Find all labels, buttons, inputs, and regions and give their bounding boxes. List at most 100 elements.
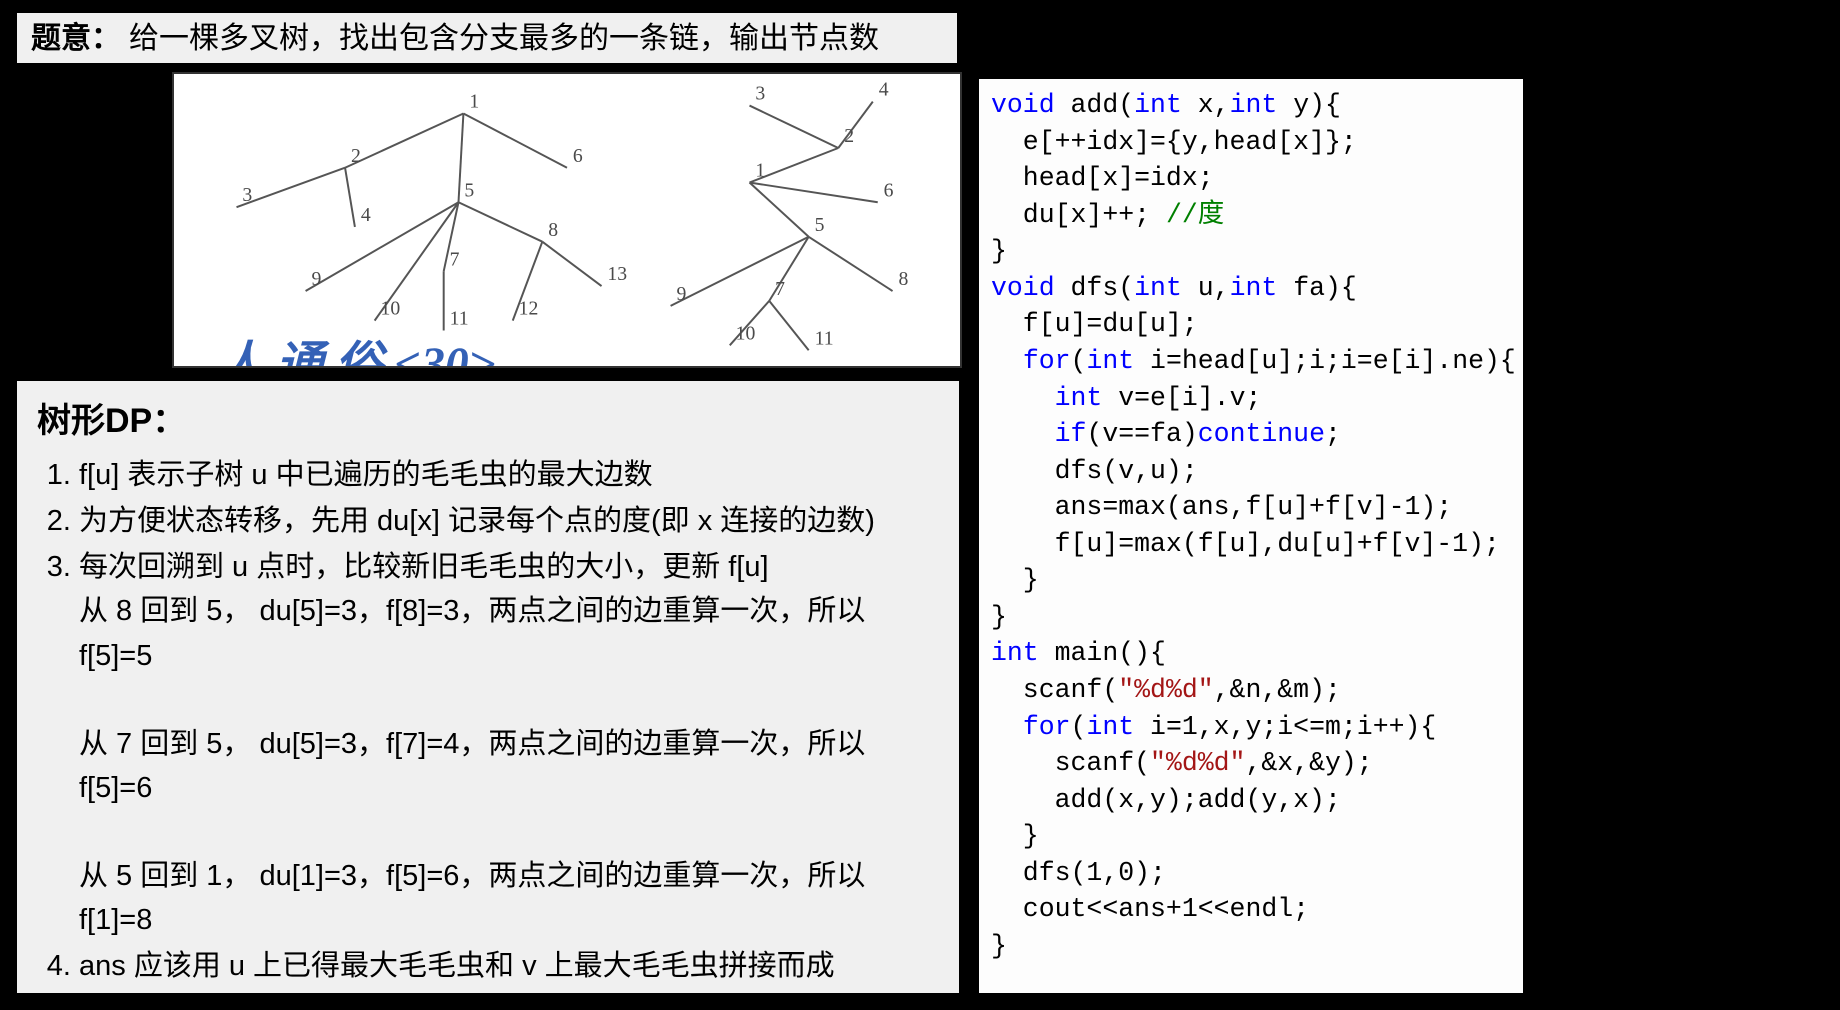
- code-token-str: "%d%d": [1118, 675, 1213, 705]
- tree-node-label: 10: [381, 298, 401, 320]
- code-token: }: [991, 821, 1039, 851]
- tree-edge: [306, 202, 459, 291]
- code-token: scanf(: [991, 748, 1150, 778]
- dp-step-text: 每次回溯到 u 点时，比较新旧毛毛虫的大小，更新 f[u]: [79, 551, 769, 583]
- watermark-text: 人 通 俗 <30>: [217, 339, 496, 366]
- code-token-str: "%d%d": [1150, 748, 1245, 778]
- code-token: (: [1071, 346, 1087, 376]
- tree-edge: [750, 106, 839, 148]
- tree-edge: [809, 237, 893, 291]
- dp-step-sub: 从 7 回到 5， du[5]=3，f[7]=4，两点之间的边重算一次，所以 f…: [79, 722, 941, 810]
- tree-edge: [237, 168, 346, 207]
- code-token: y){: [1277, 90, 1341, 120]
- code-token-kw: int: [1134, 273, 1182, 303]
- code-token: }: [991, 931, 1007, 961]
- code-token: add(: [1055, 90, 1135, 120]
- tree-node-label: 10: [736, 322, 756, 344]
- tree-node-label: 7: [775, 278, 785, 300]
- code-box: void add(int x,int y){ e[++idx]={y,head[…: [976, 76, 1526, 996]
- code-token-kw: for: [1023, 712, 1071, 742]
- code-token: dfs(v,u);: [991, 456, 1198, 486]
- code-token-cmt: //度: [1166, 200, 1224, 230]
- tree-node-label: 13: [607, 263, 627, 285]
- code-token-kw: void: [991, 273, 1055, 303]
- code-token: i=head[u];i;i=e[i].ne){: [1134, 346, 1516, 376]
- tree-node-label: 2: [351, 145, 361, 167]
- tree-node-label: 4: [361, 204, 371, 226]
- tree-node-label: 5: [815, 214, 825, 236]
- tree-node-label: 6: [884, 179, 894, 201]
- tree-edge: [463, 113, 567, 167]
- code-token: add(x,y);add(y,x);: [991, 785, 1341, 815]
- dp-step-text: 为方便状态转移，先用 du[x] 记录每个点的度(即 x 连接的边数): [79, 505, 875, 537]
- code-token: [991, 383, 1055, 413]
- tree-node-label: 3: [242, 184, 252, 206]
- code-token: main(){: [1039, 638, 1166, 668]
- code-token: [991, 419, 1055, 449]
- code-token: (v==fa): [1086, 419, 1197, 449]
- tree-node-label: 7: [450, 248, 460, 270]
- tree-edge: [542, 242, 601, 286]
- dp-step: 每次回溯到 u 点时，比较新旧毛毛虫的大小，更新 f[u] 从 8 回到 5， d…: [79, 545, 941, 942]
- left-tree: 12345678910111213: [237, 91, 628, 331]
- code-token: e[++idx]={y,head[x]};: [991, 127, 1357, 157]
- code-token-kw: int: [991, 638, 1039, 668]
- dp-step: ans 应该用 u 上已得最大毛毛虫和 v 上最大毛毛虫拼接而成从 2 回到 1…: [79, 944, 941, 1010]
- code-token-kw: int: [1086, 346, 1134, 376]
- code-token: ,&n,&m);: [1214, 675, 1341, 705]
- dp-step-sub: 从 5 回到 1， du[1]=3，f[5]=6，两点之间的边重算一次，所以 f…: [79, 854, 941, 942]
- code-token: }: [991, 236, 1007, 266]
- tree-node-label: 1: [755, 160, 765, 182]
- code-token: dfs(: [1055, 273, 1135, 303]
- code-token-kw: continue: [1198, 419, 1325, 449]
- tree-node-label: 11: [815, 327, 834, 349]
- code-token: v=e[i].v;: [1102, 383, 1261, 413]
- code-token: i=1,x,y;i<=m;i++){: [1134, 712, 1436, 742]
- title-box: 题意： 给一棵多叉树，找出包含分支最多的一条链，输出节点数: [14, 10, 960, 66]
- code-token: [991, 712, 1023, 742]
- code-token: scanf(: [991, 675, 1118, 705]
- code-token-kw: int: [1134, 90, 1182, 120]
- dp-step: 为方便状态转移，先用 du[x] 记录每个点的度(即 x 连接的边数): [79, 499, 941, 543]
- code-token: du[x]++;: [991, 200, 1166, 230]
- slide-root: 题意： 给一棵多叉树，找出包含分支最多的一条链，输出节点数 1 2 3 4 5 6 7 8 9 1…: [0, 0, 1840, 1010]
- dp-step: f[u] 表示子树 u 中已遍历的毛毛虫的最大边数: [79, 453, 941, 497]
- right-tree: 1234567891011: [671, 79, 909, 351]
- tree-node-label: 3: [755, 83, 765, 105]
- code-token: ,&x,&y);: [1245, 748, 1372, 778]
- watermark: 人 通 俗 <30>: [217, 339, 496, 366]
- tree-node-label: 11: [450, 308, 469, 330]
- tree-node-label: 8: [548, 219, 558, 241]
- dp-step-sub: 从 8 回到 5， du[5]=3，f[8]=3，两点之间的边重算一次，所以 f…: [79, 589, 941, 677]
- dp-step-sub: 从 2 回到 1，f[1]=8，f[2]=3，两点之间的边重算一次，所以 ans…: [79, 988, 941, 1010]
- code-token: [991, 346, 1023, 376]
- code-token: cout<<ans+1<<endl;: [991, 894, 1309, 924]
- code-token-kw: int: [1230, 90, 1278, 120]
- code-token: fa){: [1277, 273, 1357, 303]
- code-token: dfs(1,0);: [991, 858, 1166, 888]
- dp-title: 树形DP：: [37, 399, 941, 443]
- code-token: }: [991, 602, 1007, 632]
- code-token-kw: if: [1055, 419, 1087, 449]
- tree-node-label: 5: [464, 179, 474, 201]
- code-token: head[x]=idx;: [991, 163, 1214, 193]
- dp-step-text: f[u] 表示子树 u 中已遍历的毛毛虫的最大边数: [79, 459, 653, 491]
- code-token: (: [1071, 712, 1087, 742]
- code-token-kw: for: [1023, 346, 1071, 376]
- tree-node-label: 9: [677, 283, 687, 305]
- title-label: 题意：: [31, 19, 121, 58]
- tree-edge: [458, 113, 463, 202]
- tree-edge: [345, 113, 463, 167]
- code-listing: void add(int x,int y){ e[++idx]={y,head[…: [991, 87, 1511, 965]
- code-token-kw: void: [991, 90, 1055, 120]
- code-token-kw: int: [1086, 712, 1134, 742]
- code-token-kw: int: [1055, 383, 1103, 413]
- tree-node-label: 8: [898, 268, 908, 290]
- tree-edge: [345, 168, 355, 227]
- code-token: x,: [1182, 90, 1230, 120]
- tree-illustration: 12345678910111213 1234567891011 人 通 俗 <3…: [172, 72, 962, 368]
- tree-node-label: 2: [844, 125, 854, 147]
- code-token: ans=max(ans,f[u]+f[v]-1);: [991, 492, 1452, 522]
- code-token: }: [991, 565, 1039, 595]
- dp-step-text: ans 应该用 u 上已得最大毛毛虫和 v 上最大毛毛虫拼接而成: [79, 950, 835, 982]
